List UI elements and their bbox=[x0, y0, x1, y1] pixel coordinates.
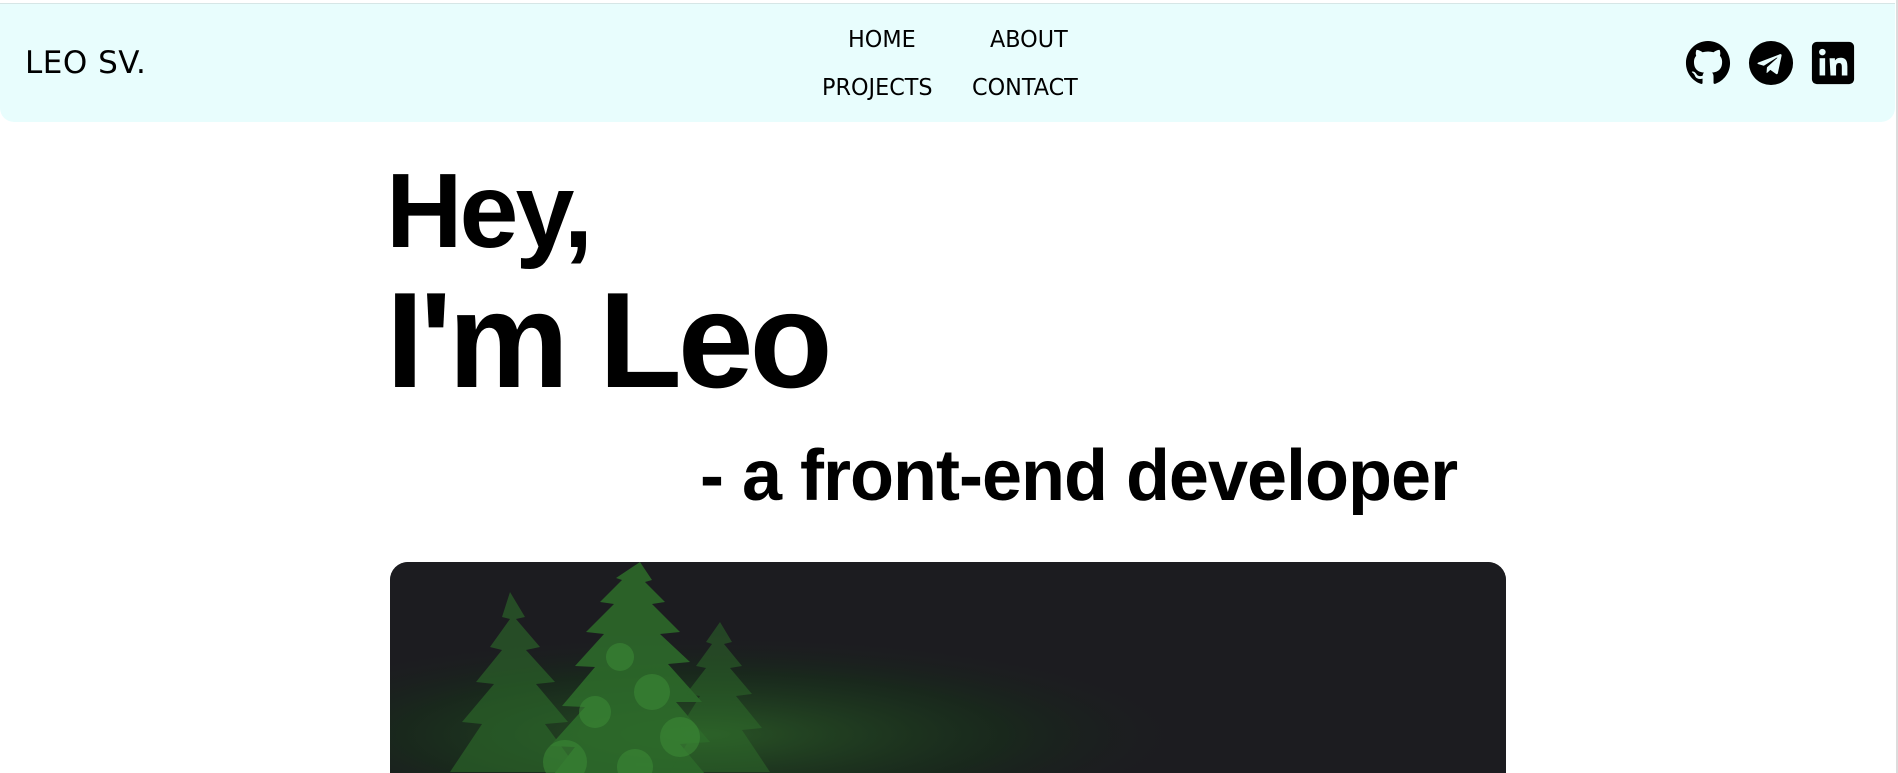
hero-image bbox=[390, 562, 1506, 773]
nav-link-home[interactable]: HOME bbox=[848, 27, 916, 53]
navbar: LEO SV. HOME ABOUT PROJECTS CONTACT bbox=[0, 3, 1895, 122]
hero-role: - a front-end developer bbox=[700, 436, 1458, 516]
nav-link-about[interactable]: ABOUT bbox=[990, 27, 1068, 53]
linkedin-icon[interactable] bbox=[1810, 40, 1856, 86]
hero-greeting: Hey, bbox=[386, 152, 593, 270]
page: LEO SV. HOME ABOUT PROJECTS CONTACT Hey, bbox=[0, 0, 1898, 773]
github-icon[interactable] bbox=[1685, 40, 1731, 86]
nav-link-projects[interactable]: PROJECTS bbox=[822, 75, 933, 101]
hero-name: I'm Leo bbox=[386, 264, 833, 416]
site-logo[interactable]: LEO SV. bbox=[25, 45, 146, 81]
telegram-icon[interactable] bbox=[1748, 40, 1794, 86]
forest-photo bbox=[390, 562, 1506, 773]
nav-link-contact[interactable]: CONTACT bbox=[972, 75, 1078, 101]
